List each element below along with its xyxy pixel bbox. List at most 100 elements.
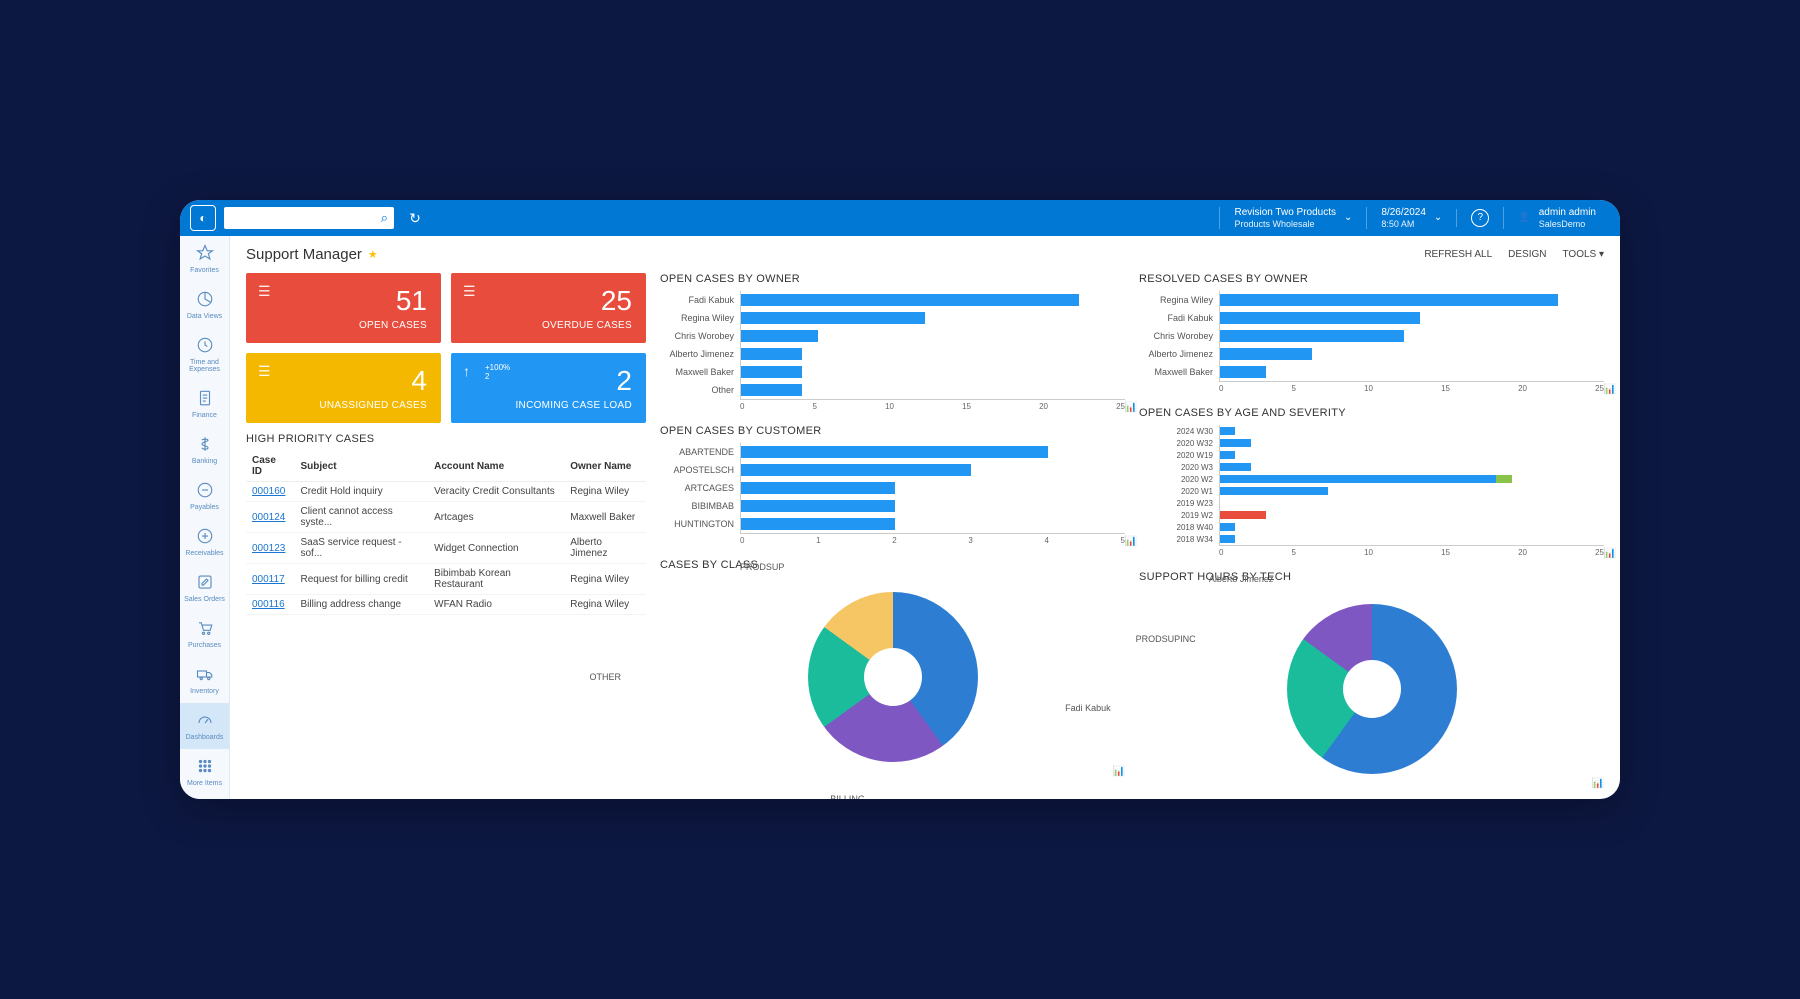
bar-segment[interactable] [1220,451,1235,459]
cell-subject: Credit Hold inquiry [294,482,428,502]
search-input[interactable] [224,212,375,224]
x-tick: 5 [813,402,817,411]
bar-segment[interactable] [741,312,925,324]
kpi-value: 51 [260,285,427,317]
bar-segment[interactable] [741,446,1048,458]
kpi-unassigned-cases[interactable]: ☰ 4 UNASSIGNED CASES [246,353,441,423]
case-id-link[interactable]: 000160 [252,486,285,497]
company-name: Revision Two Products [1234,207,1336,219]
table-row: 000160 Credit Hold inquiry Veracity Cred… [246,482,646,502]
chart-menu-icon[interactable]: 📊 [1125,402,1137,413]
help-button[interactable]: ? [1456,209,1503,227]
action-tools-[interactable]: TOOLS ▾ [1562,249,1604,260]
bar-category-label: Fadi Kabuk [660,291,740,309]
bar-category-label: Alberto Jimenez [1139,345,1219,363]
chart-menu-icon[interactable]: 📊 [1113,766,1125,777]
bar-segment[interactable] [741,294,1079,306]
search-icon[interactable]: ⌕ [375,210,394,226]
tenant-name: SalesDemo [1539,219,1596,230]
chart-title: OPEN CASES BY CUSTOMER [660,425,1125,437]
search-box[interactable]: ⌕ [224,207,394,229]
bar-segment[interactable] [741,482,895,494]
high-priority-cases-widget: HIGH PRIORITY CASES Case IDSubjectAccoun… [246,433,646,615]
bar-segment[interactable] [1220,475,1496,483]
bar-segment[interactable] [1220,439,1251,447]
sidebar-label: Purchases [188,642,221,649]
company-selector[interactable]: Revision Two Products Products Wholesale… [1219,207,1366,230]
bar-segment[interactable] [741,330,818,342]
cases-by-class-chart: CASES BY CLASS PRODSUPINCBILLINGOTHERPRO… [660,559,1125,777]
col-header[interactable]: Subject [294,451,428,482]
bar-segment[interactable] [741,366,802,378]
col-header[interactable]: Account Name [428,451,564,482]
x-tick: 0 [1219,384,1223,393]
app-logo[interactable]: ◐ [190,205,216,231]
plus-icon [196,527,214,547]
bar-segment[interactable] [741,384,802,396]
sidebar-item-time-and-expenses[interactable]: Time and Expenses [180,328,229,381]
sidebar-item-dashboards[interactable]: Dashboards [180,703,229,749]
cell-account: Bibimbab Korean Restaurant [428,564,564,595]
bar-segment[interactable] [1220,294,1558,306]
chart-title: OPEN CASES BY AGE AND SEVERITY [1139,407,1604,419]
sidebar-label: Sales Orders [184,596,225,603]
date-selector[interactable]: 8/26/2024 8:50 AM ⌄ [1366,207,1456,230]
history-button[interactable]: ↻ [402,207,428,229]
case-id-link[interactable]: 000116 [252,599,285,610]
chart-menu-icon[interactable]: 📊 [1592,778,1604,789]
sidebar-item-favorites[interactable]: Favorites [180,236,229,282]
bar-segment[interactable] [741,518,895,530]
sidebar-item-purchases[interactable]: Purchases [180,611,229,657]
slice-label: Fadi Kabuk [1065,703,1111,713]
open-cases-by-customer-chart: OPEN CASES BY CUSTOMER ABARTENDEAPOSTELS… [660,425,1125,545]
action-design[interactable]: DESIGN [1508,249,1546,260]
bar-segment[interactable] [1220,366,1266,378]
bar-segment[interactable] [1220,511,1266,519]
table-row: 000117 Request for billing credit Bibimb… [246,564,646,595]
kpi-overdue-cases[interactable]: ☰ 25 OVERDUE CASES [451,273,646,343]
bar-segment[interactable] [1220,487,1328,495]
bar-segment[interactable] [741,348,802,360]
sidebar-item-payables[interactable]: Payables [180,473,229,519]
bar-segment[interactable] [1220,330,1404,342]
action-refresh-all[interactable]: REFRESH ALL [1424,249,1492,260]
bar-segment[interactable] [1220,535,1235,543]
sidebar-item-receivables[interactable]: Receivables [180,519,229,565]
bar-category-label: Chris Worobey [660,327,740,345]
sidebar-item-more-items[interactable]: More Items [180,749,229,795]
slice-label: Alberto Jimenez [1209,574,1274,584]
user-menu[interactable]: 👤 admin admin SalesDemo [1503,207,1610,230]
bar-segment[interactable] [1220,463,1251,471]
case-id-link[interactable]: 000117 [252,574,285,585]
sidebar-item-inventory[interactable]: Inventory [180,657,229,703]
bar-segment[interactable] [1496,475,1511,483]
case-id-link[interactable]: 000123 [252,543,285,554]
favorite-star-icon[interactable]: ★ [368,248,378,261]
sidebar-item-sales-orders[interactable]: Sales Orders [180,565,229,611]
kpi-icon: ☰ [258,363,271,380]
sidebar-item-data-views[interactable]: Data Views [180,282,229,328]
kpi-open-cases[interactable]: ☰ 51 OPEN CASES [246,273,441,343]
col-header[interactable]: Owner Name [564,451,646,482]
case-id-link[interactable]: 000124 [252,512,285,523]
slice-label: PRODSUP [740,562,785,572]
chart-menu-icon[interactable]: 📊 [1125,536,1137,547]
bar-segment[interactable] [1220,312,1420,324]
chart-menu-icon[interactable]: 📊 [1604,384,1616,395]
kpi-incoming-case-load[interactable]: ↑+100%2 2 INCOMING CASE LOAD [451,353,646,423]
sidebar-item-banking[interactable]: Banking [180,427,229,473]
sidebar-item-finance[interactable]: Finance [180,381,229,427]
bar-segment[interactable] [1220,348,1312,360]
donut-chart[interactable] [808,592,978,762]
bar-segment[interactable] [741,500,895,512]
col-header[interactable]: Case ID [246,451,294,482]
bar-segment[interactable] [1220,523,1235,531]
donut-chart[interactable] [1287,604,1457,774]
chart-menu-icon[interactable]: 📊 [1604,548,1616,559]
bar-segment[interactable] [741,464,971,476]
bar-segment[interactable] [1220,427,1235,435]
business-time: 8:50 AM [1381,219,1426,230]
cell-account: WFAN Radio [428,595,564,615]
x-tick: 5 [1292,384,1296,393]
bar-category-label: 2019 W2 [1139,509,1219,521]
